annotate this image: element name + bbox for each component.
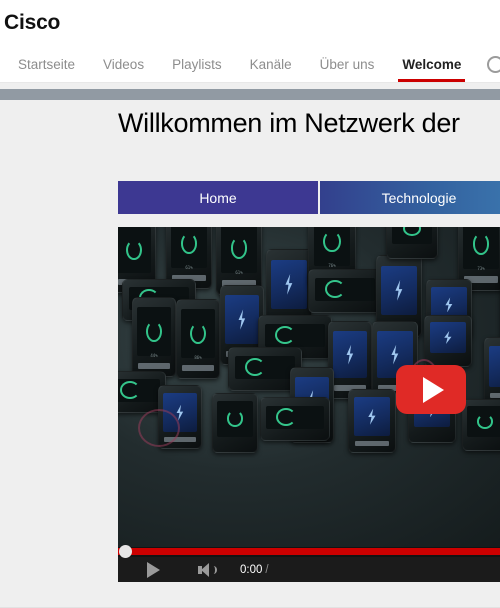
thumbnail-decor [212,393,258,453]
nav-item-label: Playlists [172,56,222,72]
progress-track[interactable] [118,548,500,555]
nav-item-videos[interactable]: Videos [89,46,158,82]
play-button[interactable] [147,561,160,578]
nav-item-welcome[interactable]: Welcome [388,46,475,82]
channel-nav-bar: Startseite Videos Playlists Kanäle Über … [0,46,500,83]
channel-header: Cisco [0,0,500,46]
thumbnail-decor [484,337,500,405]
nav-item-label: Über uns [319,56,375,72]
nav-item-label: Startseite [18,56,76,72]
nav-item-kanaele[interactable]: Kanäle [236,46,306,82]
nav-search-button[interactable] [475,46,500,82]
video-player[interactable]: 61% 61% 76% 73% 44% 86% 0:00 / [118,227,500,582]
section-tab-bar: Home Technologie [118,181,500,214]
tab-label: Technologie [381,189,457,206]
volume-icon[interactable] [198,562,217,577]
tab-home[interactable]: Home [118,181,318,214]
video-progress-bar[interactable] [118,545,500,558]
nav-item-label: Videos [103,56,145,72]
nav-item-label: Kanäle [249,56,292,72]
page-title: Willkommen im Netzwerk der [118,108,460,138]
nav-item-playlists[interactable]: Playlists [158,46,236,82]
nav-item-ueber-uns[interactable]: Über uns [306,46,389,82]
volume-wave [210,565,217,574]
youtube-play-icon[interactable] [396,365,466,414]
volume-speaker-cone [201,562,209,577]
time-separator: / [265,563,269,576]
thumbnail-decor [386,227,438,259]
thumbnail-decor [260,397,330,441]
thumbnail-decor [138,409,180,447]
search-icon [487,55,500,73]
page-bottom-area [0,583,500,608]
thumbnail-decor [462,399,500,451]
thumbnail-decor [308,269,382,313]
tab-technologie[interactable]: Technologie [320,181,500,214]
video-time-display: 0:00/ [240,564,269,576]
video-control-bar: 0:00/ [118,557,500,582]
progress-scrubber-handle[interactable] [119,545,132,558]
thumbnail-decor [348,389,396,453]
page-body: Willkommen im Netzwerk der Home Technolo… [0,100,500,595]
thumbnail-decor: 86% [176,299,220,379]
channel-title: Cisco [4,11,61,34]
nav-item-label: Welcome [402,56,462,72]
thumbnail-decor [328,321,372,399]
play-triangle-icon [423,376,444,403]
thumbnail-decor [424,315,472,367]
nav-item-startseite[interactable]: Startseite [4,46,89,82]
tab-label: Home [199,189,237,206]
current-time: 0:00 [240,563,263,576]
thumbnail-decor: 44% [132,297,176,377]
banner-gray-band [0,89,500,100]
